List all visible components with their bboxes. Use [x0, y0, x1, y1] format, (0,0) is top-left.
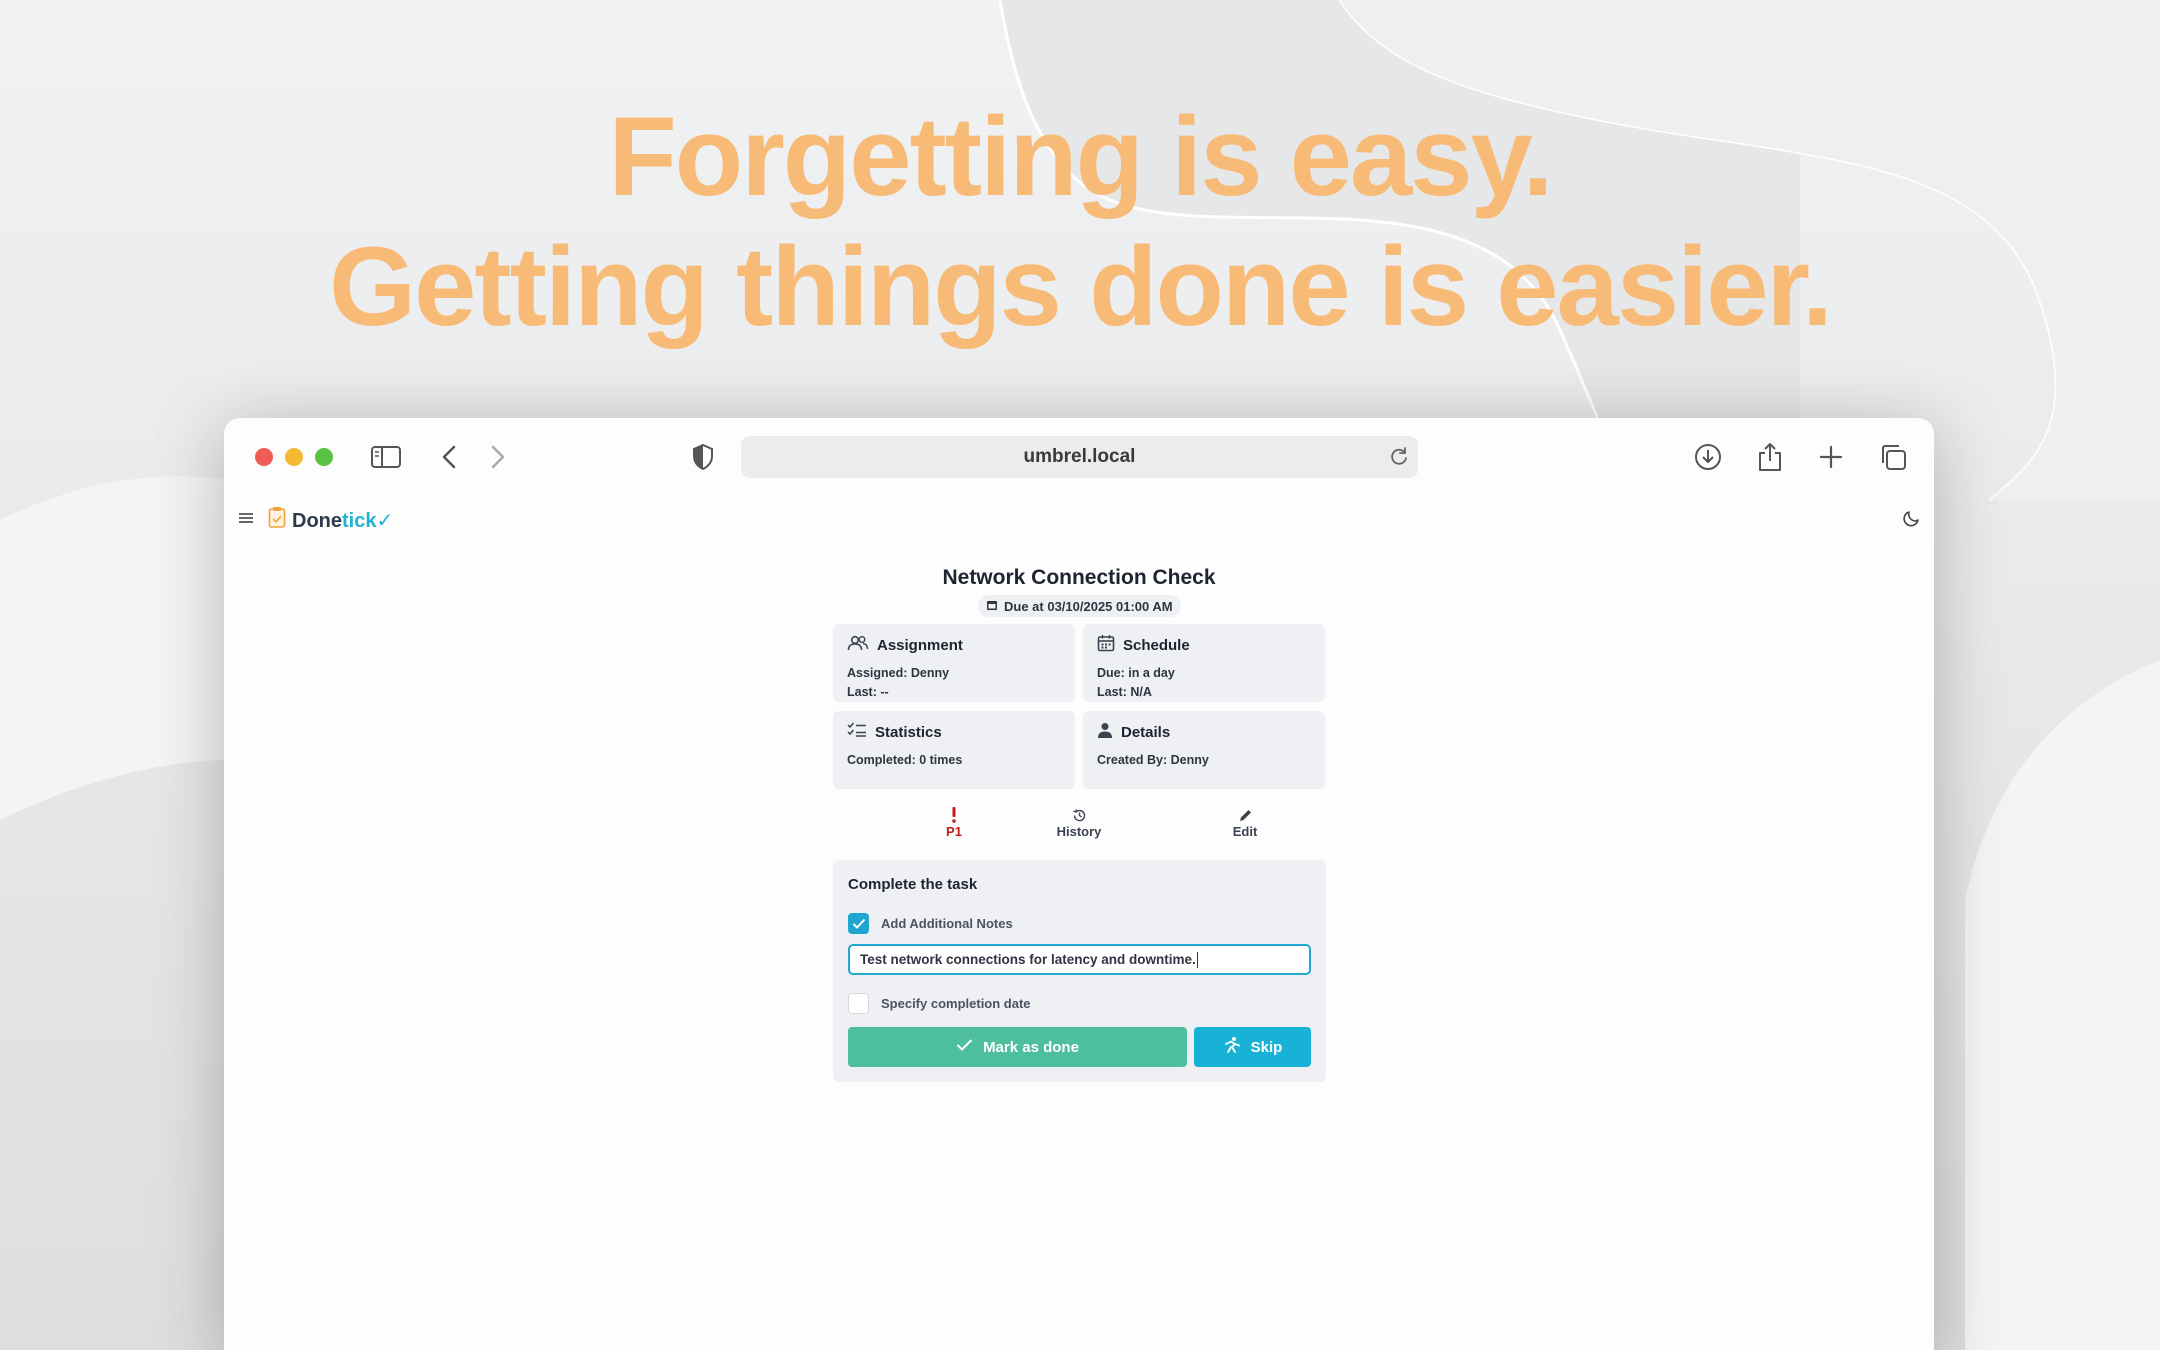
- add-notes-checkbox[interactable]: [848, 913, 869, 934]
- downloads-icon[interactable]: [1691, 440, 1725, 474]
- details-card: Details Created By: Denny: [1083, 711, 1325, 789]
- add-notes-label: Add Additional Notes: [881, 916, 1013, 931]
- last-assigned: Last: --: [847, 685, 889, 699]
- assignment-card: Assignment Assigned: Denny Last: --: [833, 624, 1075, 702]
- reload-icon[interactable]: [1388, 445, 1410, 473]
- app-header: Donetick✓: [224, 496, 1934, 552]
- due-date-text: Due at 03/10/2025 01:00 AM: [1004, 598, 1173, 614]
- app-name-tick: tick: [342, 509, 377, 532]
- pencil-icon: [1205, 806, 1285, 824]
- completion-date-row[interactable]: Specify completion date: [848, 993, 1031, 1014]
- dark-mode-moon-icon[interactable]: [1902, 508, 1922, 533]
- hamburger-menu-icon[interactable]: [236, 508, 256, 533]
- assigned-to: Assigned: Denny: [847, 666, 950, 680]
- priority-button[interactable]: P1: [914, 806, 994, 839]
- zoom-window-button[interactable]: [315, 448, 333, 466]
- privacy-shield-icon[interactable]: [686, 440, 720, 474]
- sidebar-toggle-icon[interactable]: [369, 440, 403, 474]
- history-icon: [1039, 806, 1119, 824]
- app-name-done: Done: [292, 509, 342, 532]
- back-arrow-icon[interactable]: [432, 440, 466, 474]
- text-caret: [1196, 951, 1199, 968]
- share-icon[interactable]: [1753, 440, 1787, 474]
- forward-arrow-icon[interactable]: [481, 440, 515, 474]
- completed-count: Completed: 0 times: [847, 753, 963, 767]
- mark-as-done-label: Mark as done: [983, 1038, 1079, 1056]
- due-date-chip: Due at 03/10/2025 01:00 AM: [978, 595, 1181, 617]
- clipboard-logo-icon: [268, 506, 286, 534]
- checkmark-icon: ✓: [376, 509, 394, 532]
- calendar-icon: [986, 599, 998, 614]
- details-heading: Details: [1121, 723, 1171, 741]
- created-by: Created By: Denny: [1097, 753, 1209, 767]
- notes-input[interactable]: Test network connections for latency and…: [848, 944, 1311, 975]
- complete-task-title: Complete the task: [848, 876, 978, 893]
- mark-as-done-button[interactable]: Mark as done: [848, 1027, 1187, 1067]
- address-bar[interactable]: umbrel.local: [741, 436, 1418, 478]
- checklist-icon: [847, 722, 867, 742]
- users-icon: [847, 635, 869, 655]
- add-notes-row[interactable]: Add Additional Notes: [848, 913, 1013, 934]
- skip-forward-icon: [1223, 1036, 1241, 1058]
- check-icon: [956, 1038, 973, 1056]
- last-completed: Last: N/A: [1097, 685, 1152, 699]
- skip-label: Skip: [1250, 1038, 1283, 1056]
- history-label: History: [1056, 824, 1102, 839]
- browser-window: umbrel.local Donetick✓ Network Connectio…: [224, 418, 1934, 1350]
- app-logo[interactable]: Donetick✓: [268, 506, 393, 534]
- headline-line-2: Getting things done is easier.: [328, 224, 1833, 349]
- calendar-grid-icon: [1097, 634, 1115, 656]
- edit-label: Edit: [1232, 824, 1258, 839]
- schedule-card: Schedule Due: in a day Last: N/A: [1083, 624, 1325, 702]
- due-relative: Due: in a day: [1097, 666, 1175, 680]
- priority-label: P1: [946, 824, 962, 839]
- schedule-heading: Schedule: [1123, 636, 1190, 654]
- new-tab-icon[interactable]: [1814, 440, 1848, 474]
- minimize-window-button[interactable]: [285, 448, 303, 466]
- close-window-button[interactable]: [255, 448, 273, 466]
- hero-headline: Forgetting is easy. Getting things done …: [0, 92, 2160, 352]
- complete-task-panel: Complete the task Add Additional Notes T…: [833, 860, 1326, 1082]
- statistics-heading: Statistics: [875, 723, 942, 741]
- tab-overview-icon[interactable]: [1876, 440, 1910, 474]
- assignment-heading: Assignment: [877, 636, 963, 654]
- task-title: Network Connection Check: [942, 566, 1216, 589]
- history-button[interactable]: History: [1039, 806, 1119, 839]
- skip-button[interactable]: Skip: [1194, 1027, 1311, 1067]
- completion-date-checkbox[interactable]: [848, 993, 869, 1014]
- exclamation-icon: [914, 806, 994, 824]
- person-icon: [1097, 722, 1113, 742]
- completion-date-label: Specify completion date: [881, 996, 1031, 1011]
- browser-toolbar: umbrel.local: [224, 418, 1934, 496]
- edit-button[interactable]: Edit: [1205, 806, 1285, 839]
- statistics-card: Statistics Completed: 0 times: [833, 711, 1075, 789]
- notes-input-text: Test network connections for latency and…: [860, 952, 1196, 967]
- headline-line-1: Forgetting is easy.: [608, 94, 1553, 219]
- url-text: umbrel.local: [1023, 446, 1136, 467]
